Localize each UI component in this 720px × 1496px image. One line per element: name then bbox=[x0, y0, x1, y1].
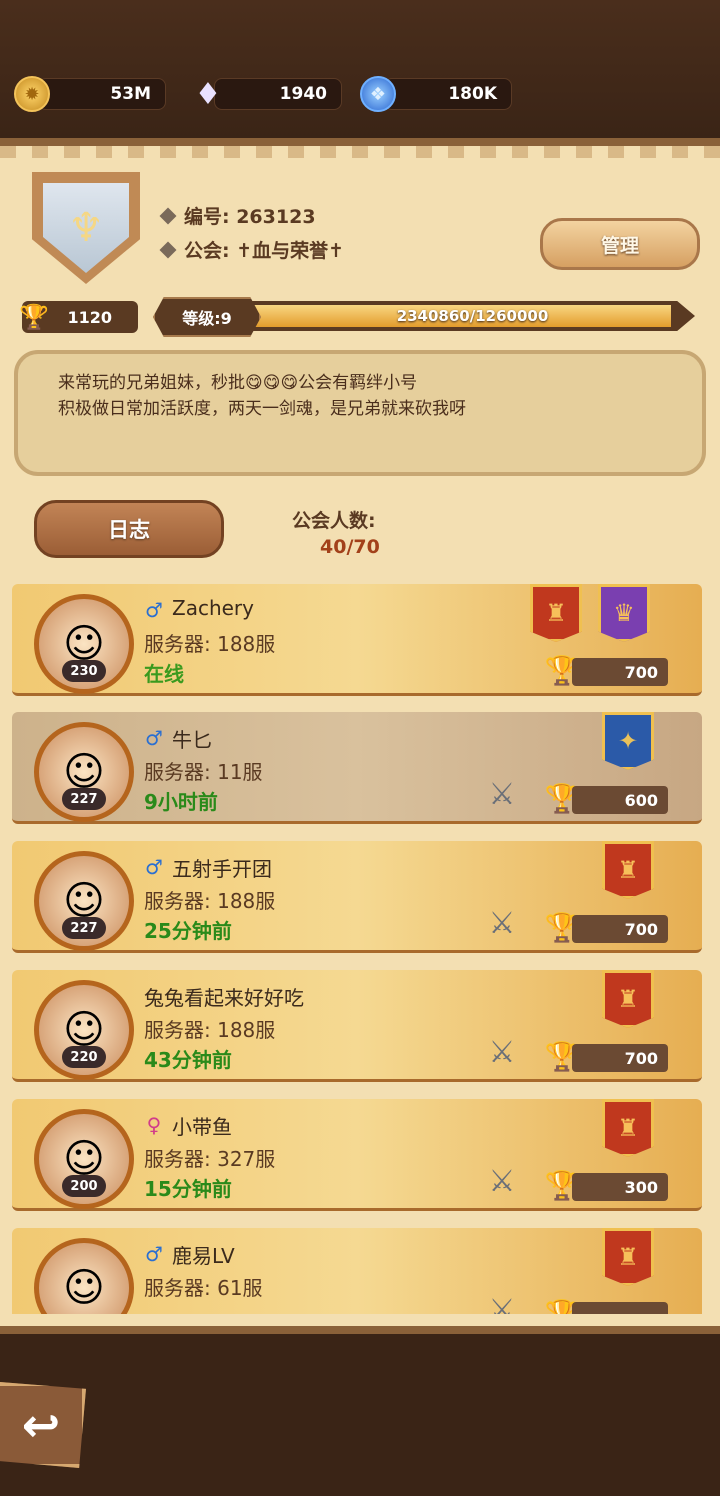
member-row[interactable]: ☺ 227 ♂ 牛匕 服务器: 11服 9小时前 ✦ ⚔ 🏆 600 bbox=[12, 712, 702, 824]
back-arrow-icon: ↩ bbox=[21, 1398, 61, 1452]
member-level: 230 bbox=[62, 660, 106, 682]
guild-trophy-value: 1120 bbox=[67, 307, 112, 327]
crossed-swords-icon[interactable]: ⚔ bbox=[480, 772, 524, 816]
manage-button[interactable]: 管理 bbox=[540, 218, 700, 270]
member-score: 700 bbox=[572, 1044, 668, 1072]
male-icon: ♂ bbox=[145, 726, 163, 750]
member-name: 小带鱼 bbox=[172, 1115, 232, 1139]
log-button-label: 日志 bbox=[108, 518, 150, 542]
guild-xp-text: 2340860/1260000 bbox=[396, 307, 549, 325]
member-level: 227 bbox=[62, 917, 106, 939]
gem-counter: 180K bbox=[384, 78, 512, 110]
notice-line-1: 来常玩的兄弟姐妹，秒批😋😋😋公会有羁绊小号 bbox=[58, 373, 418, 393]
bottom-bar bbox=[0, 1334, 720, 1496]
member-level: 200 bbox=[62, 1175, 106, 1197]
member-status: 43分钟前 bbox=[144, 1048, 232, 1072]
top-bar bbox=[0, 0, 720, 140]
male-icon: ♂ bbox=[145, 1242, 163, 1266]
member-server: 服务器: 11服 bbox=[144, 760, 263, 784]
crossed-swords-icon[interactable]: ⚔ bbox=[480, 901, 524, 945]
member-status: 9小时前 bbox=[144, 790, 218, 814]
member-row[interactable]: ☺ 220 兔兔看起来好好吃 服务器: 188服 43分钟前 ♜ ⚔ 🏆 700 bbox=[12, 970, 702, 1082]
red-banner-icon: ♜ bbox=[602, 970, 654, 1028]
gold-amount: 53M bbox=[110, 84, 151, 104]
guild-notice: 来常玩的兄弟姐妹，秒批😋😋😋公会有羁绊小号 积极做日常加活跃度，两天一剑魂，是兄… bbox=[14, 350, 706, 476]
member-server: 服务器: 188服 bbox=[144, 1018, 276, 1042]
crossed-swords-icon[interactable]: ⚔ bbox=[480, 1288, 524, 1315]
manage-button-label: 管理 bbox=[600, 234, 639, 257]
guild-id-line: 编号: 263123 bbox=[159, 202, 316, 229]
member-row[interactable]: ☺ ♂ 鹿易LV 服务器: 61服 ♜ ⚔ 🏆 bbox=[12, 1228, 702, 1314]
member-name: 五射手开团 bbox=[172, 857, 272, 881]
member-server: 服务器: 327服 bbox=[144, 1147, 276, 1171]
bullet-icon bbox=[159, 207, 177, 224]
crossed-swords-icon[interactable]: ⚔ bbox=[480, 1030, 524, 1074]
panel-top-trim bbox=[0, 146, 720, 158]
guild-name-line: 公会: ✝血与荣誉✝ bbox=[159, 236, 345, 263]
member-list[interactable]: ☺ 230 ♂ Zachery 服务器: 188服 在线 ♜ ♛ 🏆 700 ☺ 227 ♂ 牛匕 服务器:… bbox=[12, 584, 702, 1314]
member-name: 鹿易LV bbox=[172, 1244, 235, 1268]
blue-banner-icon: ✦ bbox=[602, 712, 654, 770]
red-banner-icon: ♜ bbox=[530, 584, 582, 642]
male-icon: ♂ bbox=[145, 598, 163, 622]
diamond-amount: 1940 bbox=[279, 84, 327, 104]
member-score bbox=[572, 1302, 668, 1314]
member-status: 25分钟前 bbox=[144, 919, 232, 943]
member-row[interactable]: ☺ 230 ♂ Zachery 服务器: 188服 在线 ♜ ♛ 🏆 700 bbox=[12, 584, 702, 696]
member-server: 服务器: 61服 bbox=[144, 1276, 263, 1300]
member-status: 在线 bbox=[144, 662, 184, 686]
blue-gem-icon: ❖ bbox=[360, 76, 396, 112]
back-button[interactable]: ↩ bbox=[0, 1382, 86, 1468]
bullet-icon bbox=[159, 241, 177, 258]
member-score: 700 bbox=[572, 658, 668, 686]
gem-amount: 180K bbox=[448, 84, 497, 104]
guild-id: 编号: 263123 bbox=[184, 206, 316, 228]
red-banner-icon: ♜ bbox=[602, 841, 654, 899]
guild-name: 公会: ✝血与荣誉✝ bbox=[184, 240, 345, 262]
red-banner-icon: ♜ bbox=[602, 1099, 654, 1157]
purple-banner-icon: ♛ bbox=[598, 584, 650, 642]
guild-level: 等级:9 bbox=[153, 297, 261, 337]
member-score: 300 bbox=[572, 1173, 668, 1201]
member-count-label: 公会人数: bbox=[292, 510, 376, 532]
member-name: 兔兔看起来好好吃 bbox=[144, 986, 304, 1010]
member-score: 600 bbox=[572, 786, 668, 814]
member-row[interactable]: ☺ 200 ♀ 小带鱼 服务器: 327服 15分钟前 ♜ ⚔ 🏆 300 bbox=[12, 1099, 702, 1211]
female-icon: ♀ bbox=[146, 1113, 162, 1137]
log-button[interactable]: 日志 bbox=[34, 500, 224, 558]
gold-coin-icon: ✹ bbox=[14, 76, 50, 112]
member-level: 220 bbox=[62, 1046, 106, 1068]
crossed-swords-icon[interactable]: ⚔ bbox=[480, 1159, 524, 1203]
diamond-icon: ♦ bbox=[194, 76, 222, 112]
member-status: 15分钟前 bbox=[144, 1177, 232, 1201]
member-name: 牛匕 bbox=[172, 728, 212, 752]
member-level: 227 bbox=[62, 788, 106, 810]
member-score: 700 bbox=[572, 915, 668, 943]
notice-line-2: 积极做日常加活跃度，两天一剑魂，是兄弟就来砍我呀 bbox=[58, 399, 466, 419]
gold-counter: 53M bbox=[38, 78, 166, 110]
member-name: Zachery bbox=[172, 596, 254, 620]
member-avatar[interactable]: ☺ bbox=[34, 1238, 134, 1314]
diamond-counter: 1940 bbox=[214, 78, 342, 110]
male-icon: ♂ bbox=[145, 855, 163, 879]
red-banner-icon: ♜ bbox=[602, 1228, 654, 1286]
trophy-icon: 🏆 bbox=[19, 303, 49, 331]
member-server: 服务器: 188服 bbox=[144, 632, 276, 656]
member-count: 40/70 bbox=[320, 536, 380, 558]
member-server: 服务器: 188服 bbox=[144, 889, 276, 913]
member-row[interactable]: ☺ 227 ♂ 五射手开团 服务器: 188服 25分钟前 ♜ ⚔ 🏆 700 bbox=[12, 841, 702, 953]
